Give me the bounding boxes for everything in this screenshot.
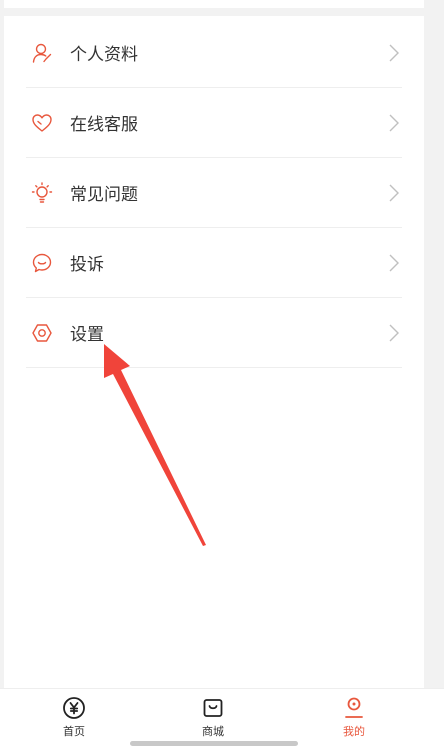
home-indicator bbox=[130, 741, 298, 746]
menu-card: 个人资料 在线客服 常见问题 投诉 设置 bbox=[4, 16, 424, 688]
chevron-right-icon bbox=[388, 43, 402, 63]
chevron-right-icon bbox=[388, 323, 402, 343]
smile-chat-icon bbox=[30, 251, 54, 275]
gear-icon bbox=[30, 321, 54, 345]
heart-icon bbox=[30, 111, 54, 135]
chevron-right-icon bbox=[388, 113, 402, 133]
menu-item-profile[interactable]: 个人资料 bbox=[26, 18, 402, 88]
chevron-right-icon bbox=[388, 183, 402, 203]
menu-item-label: 在线客服 bbox=[70, 115, 138, 135]
menu-item-label: 设置 bbox=[70, 325, 104, 345]
tab-mine[interactable]: 我的 bbox=[314, 695, 394, 741]
tab-home[interactable]: 首页 bbox=[34, 695, 114, 741]
menu-item-label: 投诉 bbox=[70, 255, 104, 275]
menu-item-faq[interactable]: 常见问题 bbox=[26, 158, 402, 228]
profile-icon bbox=[341, 695, 367, 721]
menu-item-online-service[interactable]: 在线客服 bbox=[26, 88, 402, 158]
menu-item-complaint[interactable]: 投诉 bbox=[26, 228, 402, 298]
chevron-right-icon bbox=[388, 253, 402, 273]
tab-label: 首页 bbox=[63, 725, 85, 738]
top-card-edge bbox=[4, 0, 424, 8]
user-icon bbox=[30, 41, 54, 65]
yen-coin-icon bbox=[61, 695, 87, 721]
menu-item-settings[interactable]: 设置 bbox=[26, 298, 402, 368]
menu-item-label: 常见问题 bbox=[70, 185, 138, 205]
shopping-bag-icon bbox=[200, 695, 226, 721]
bottom-tab-bar: 首页 商城 我的 bbox=[0, 688, 444, 746]
tab-label: 我的 bbox=[343, 725, 365, 738]
tab-label: 商城 bbox=[202, 725, 224, 738]
lightbulb-icon bbox=[30, 181, 54, 205]
menu-item-label: 个人资料 bbox=[70, 45, 138, 65]
tab-mall[interactable]: 商城 bbox=[173, 695, 253, 741]
